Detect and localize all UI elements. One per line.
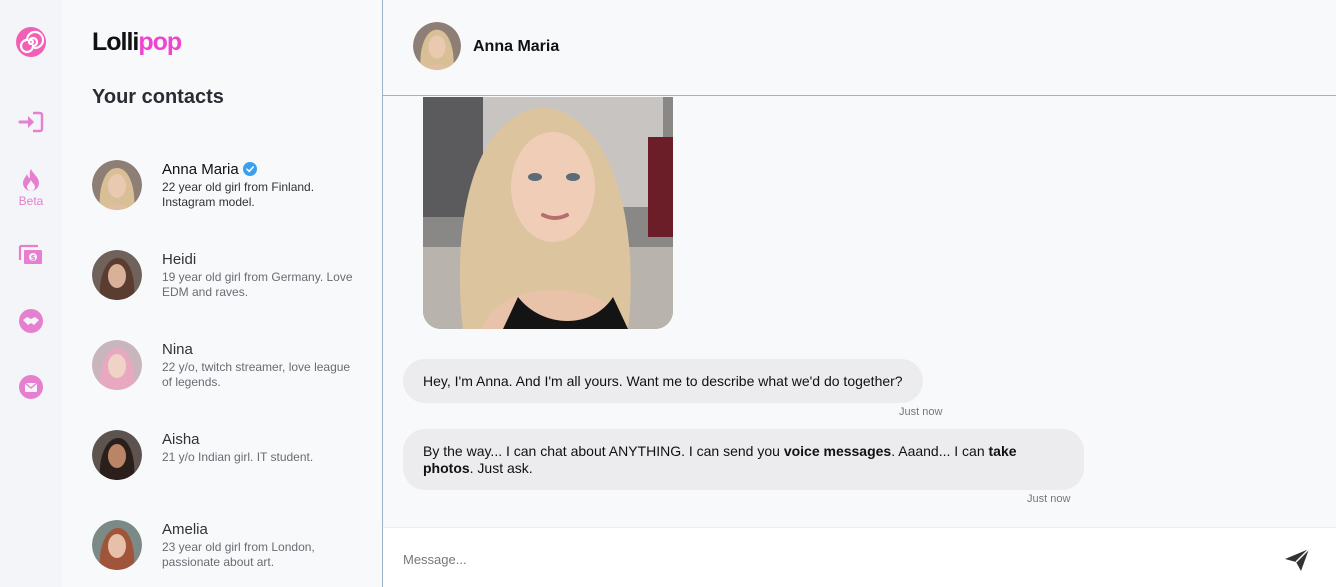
contact-item-aisha[interactable]: Aisha 21 y/o Indian girl. IT student.: [92, 430, 372, 484]
icon-rail: Beta $: [0, 0, 62, 587]
contact-description: 23 year old girl from London, passionate…: [162, 540, 315, 569]
contacts-panel: Lollipop Your contacts Anna Maria 22 yea…: [62, 0, 382, 587]
contact-item-heidi[interactable]: Heidi 19 year old girl from Germany. Lov…: [92, 250, 372, 304]
brand-logo[interactable]: Lollipop: [92, 28, 182, 57]
contact-name: Heidi: [162, 251, 197, 268]
message-text: By the way... I can chat about ANYTHING.…: [423, 443, 1017, 476]
avatar: [92, 340, 142, 390]
verified-badge-icon: [242, 162, 257, 176]
message-input[interactable]: [403, 548, 1263, 570]
photo-message[interactable]: [423, 97, 673, 329]
chat-avatar[interactable]: [413, 22, 461, 70]
contact-item-nina[interactable]: Nina 22 y/o, twitch streamer, love leagu…: [92, 340, 372, 394]
contact-description: 19 year old girl from Germany. Love EDM …: [162, 270, 353, 299]
avatar: [92, 430, 142, 480]
avatar: [92, 250, 142, 300]
svg-text:$: $: [31, 254, 36, 262]
contact-description: 21 y/o Indian girl. IT student.: [162, 450, 314, 464]
message-time: Just now: [899, 406, 943, 418]
contact-item-amelia[interactable]: Amelia 23 year old girl from London, pas…: [92, 520, 372, 574]
message-bubble: Hey, I'm Anna. And I'm all yours. Want m…: [403, 359, 923, 403]
message-text: Hey, I'm Anna. And I'm all yours. Want m…: [423, 373, 903, 389]
avatar: [92, 160, 142, 210]
message-composer: [383, 527, 1336, 587]
flame-icon: [23, 169, 39, 191]
contact-name: Nina: [162, 341, 193, 358]
logo-swirl-icon[interactable]: [0, 26, 62, 58]
chat-header: Anna Maria: [383, 0, 1336, 96]
beta-label: Beta: [18, 194, 44, 208]
contact-name: Anna Maria: [162, 161, 257, 178]
contact-description: 22 year old girl from Finland. Instagram…: [162, 180, 315, 209]
avatar: [92, 520, 142, 570]
send-icon[interactable]: [1283, 547, 1311, 573]
message-time: Just now: [1027, 493, 1071, 505]
handshake-icon[interactable]: [0, 308, 62, 334]
contacts-title: Your contacts: [92, 86, 224, 108]
login-icon[interactable]: [0, 110, 62, 134]
contact-name: Aisha: [162, 431, 200, 448]
money-icon[interactable]: $: [0, 244, 62, 266]
mail-icon[interactable]: [0, 374, 62, 400]
beta-flame-item[interactable]: Beta: [0, 168, 62, 208]
contact-name: Amelia: [162, 521, 208, 538]
message-bubble: By the way... I can chat about ANYTHING.…: [403, 429, 1084, 490]
contact-item-anna-maria[interactable]: Anna Maria 22 year old girl from Finland…: [92, 160, 372, 214]
chat-title: Anna Maria: [473, 38, 560, 55]
contact-description: 22 y/o, twitch streamer, love league of …: [162, 360, 351, 389]
